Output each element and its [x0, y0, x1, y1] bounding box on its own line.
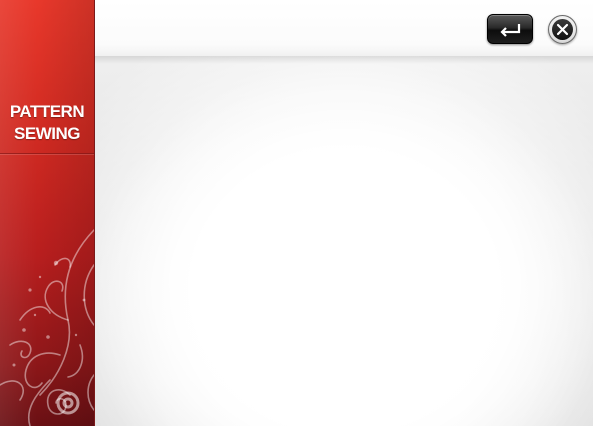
page-title: PATTERN SEWING [0, 101, 94, 145]
page-title-line-1: PATTERN [9, 102, 85, 121]
sidebar: PATTERN SEWING [0, 0, 95, 426]
toolbar-shadow [95, 56, 593, 64]
page-title-line-2: SEWING [14, 124, 80, 143]
close-button[interactable] [548, 15, 577, 44]
back-button[interactable] [487, 14, 533, 44]
floral-swirl-ornament [0, 229, 94, 426]
title-divider [0, 153, 94, 154]
close-icon [556, 23, 569, 36]
return-arrow-icon [500, 24, 521, 37]
